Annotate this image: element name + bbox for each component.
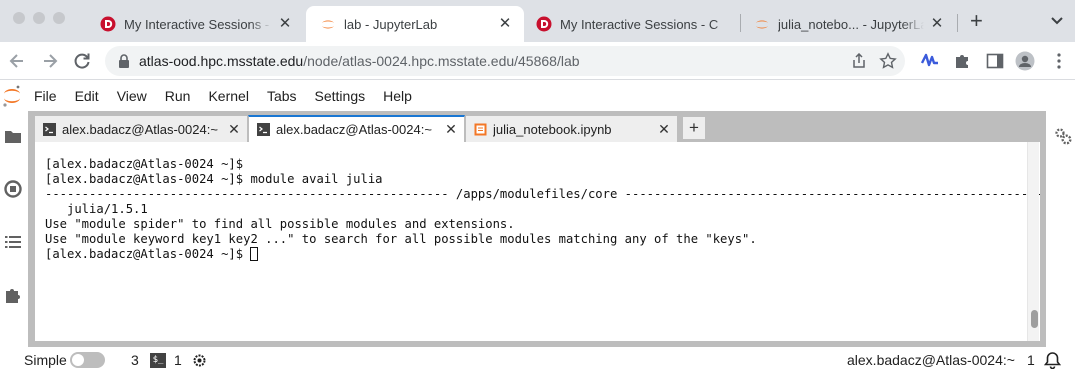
browser-tab-title: lab - JupyterLab [344, 16, 438, 32]
jupyter-logo-icon [3, 85, 20, 107]
reload-icon[interactable] [72, 51, 92, 71]
browser-tab-title: julia_notebo... - JupyterLab [778, 16, 924, 32]
active-document-label: alex.badacz@Atlas-0024:~ [847, 352, 1015, 368]
back-arrow-icon[interactable] [7, 51, 27, 71]
jupyter-favicon-icon [322, 20, 334, 29]
menu-run[interactable]: Run [165, 88, 191, 104]
scrollbar-thumb[interactable] [1031, 310, 1038, 328]
folder-icon[interactable] [4, 127, 22, 145]
terminal-icon [257, 123, 270, 136]
status-bar: Simple 3 $_ 1 alex.badacz@Atlas-0024:~ 1 [0, 349, 1075, 371]
terminal-badge-icon: $_ [150, 353, 166, 368]
new-tab-button[interactable]: + [970, 10, 983, 32]
side-panel-icon[interactable] [985, 51, 1005, 71]
terminal-line: Use "module keyword key1 key2 ..." to se… [45, 232, 757, 246]
terminal-cursor [250, 247, 259, 261]
browser-tab-jupyterlab[interactable]: lab - JupyterLab ✕ [306, 6, 524, 42]
browser-tab-strip: My Interactive Sessions - M ✕ lab - Jupy… [0, 0, 1075, 42]
tab-separator [957, 14, 958, 32]
doc-tab-terminal-2[interactable]: alex.badacz@Atlas-0024:~ ✕ [248, 115, 465, 142]
toggle-knob [72, 354, 84, 366]
doc-tab-label: alex.badacz@Atlas-0024:~ [276, 122, 432, 137]
doc-tab-label: alex.badacz@Atlas-0024:~ [62, 121, 218, 137]
terminal-line: [alex.badacz@Atlas-0024 ~]$ [45, 157, 244, 171]
simple-mode-toggle[interactable] [70, 352, 105, 368]
doc-tab-terminal-1[interactable]: alex.badacz@Atlas-0024:~ ✕ [34, 115, 248, 142]
property-inspector-gears-icon[interactable] [1054, 127, 1072, 145]
close-icon[interactable]: ✕ [227, 121, 241, 138]
profile-avatar-icon[interactable] [1015, 51, 1035, 71]
url-path: /node/atlas-0024.hpc.msstate.edu/45868/l… [303, 53, 580, 69]
close-icon[interactable]: ✕ [496, 15, 514, 33]
kernels-count: 1 [174, 352, 182, 368]
terminal-output: [alex.badacz@Atlas-0024 ~]$ [alex.badacz@… [45, 157, 1041, 262]
browser-tab-sessions-1[interactable]: My Interactive Sessions - M ✕ [86, 6, 304, 42]
close-icon[interactable]: ✕ [444, 121, 458, 138]
menu-settings[interactable]: Settings [315, 88, 366, 104]
address-bar[interactable]: atlas-ood.hpc.msstate.edu/node/atlas-002… [105, 46, 905, 76]
extension-manager-icon[interactable] [4, 286, 22, 304]
forward-arrow-icon[interactable] [40, 51, 60, 71]
ood-favicon-icon [100, 16, 116, 32]
share-icon[interactable] [851, 53, 867, 69]
url-host: atlas-ood.hpc.msstate.edu [139, 53, 304, 69]
menu-kernel[interactable]: Kernel [208, 88, 248, 104]
jupyter-favicon-icon [756, 20, 768, 29]
terminals-count: 3 [131, 352, 139, 368]
terminal-panel[interactable]: [alex.badacz@Atlas-0024 ~]$ [alex.badacz@… [34, 142, 1041, 342]
notebook-icon [474, 123, 487, 135]
right-sidebar [1048, 111, 1075, 347]
terminal-icon [43, 122, 56, 136]
terminal-prompt-line: [alex.badacz@Atlas-0024 ~]$ [45, 247, 1040, 262]
menu-file[interactable]: File [34, 88, 57, 104]
window-zoom-button[interactable] [53, 12, 65, 24]
notification-count: 1 [1027, 352, 1035, 368]
browser-tab-julia-notebook[interactable]: julia_notebo... - JupyterLab ✕ [740, 6, 956, 42]
terminal-line: Use "module spider" to find all possible… [45, 217, 515, 231]
running-sessions-icon[interactable] [4, 180, 22, 198]
doc-tab-notebook[interactable]: julia_notebook.ipynb ✕ [465, 115, 678, 142]
window-close-button[interactable] [13, 12, 25, 24]
menu-help[interactable]: Help [383, 88, 412, 104]
terminal-scrollbar[interactable] [1027, 142, 1039, 341]
terminal-line: ----------------------------------------… [45, 187, 1041, 201]
table-of-contents-icon[interactable] [4, 233, 22, 251]
document-tab-bar: alex.badacz@Atlas-0024:~ ✕ alex.badacz@A… [34, 115, 706, 142]
chevron-down-icon[interactable] [1048, 12, 1066, 30]
menu-view[interactable]: View [117, 88, 147, 104]
menu-edit[interactable]: Edit [75, 88, 99, 104]
browser-toolbar: atlas-ood.hpc.msstate.edu/node/atlas-002… [0, 42, 1075, 80]
bookmark-star-icon[interactable] [879, 52, 897, 70]
browser-tab-sessions-2[interactable]: My Interactive Sessions - C [522, 6, 740, 42]
close-icon[interactable]: ✕ [276, 15, 294, 33]
menu-tabs[interactable]: Tabs [267, 88, 297, 104]
left-sidebar [0, 111, 26, 347]
close-icon[interactable]: ✕ [657, 121, 671, 138]
jupyterlab-menubar: File Edit View Run Kernel Tabs Settings … [0, 81, 1075, 111]
extensions-puzzle-icon[interactable] [953, 51, 973, 71]
add-launcher-button[interactable]: + [682, 116, 706, 140]
notification-bell-icon[interactable] [1044, 351, 1061, 369]
extension-activity-icon[interactable] [920, 51, 940, 71]
window-minimize-button[interactable] [33, 12, 45, 24]
ood-favicon-icon [536, 16, 552, 32]
browser-tab-title: My Interactive Sessions - C [560, 16, 719, 32]
kernel-gear-icon [193, 354, 206, 367]
lock-icon [119, 54, 129, 68]
simple-mode-label: Simple [24, 352, 67, 368]
browser-tab-title: My Interactive Sessions - M [124, 16, 272, 32]
terminal-line: julia/1.5.1 [45, 202, 148, 216]
kebab-menu-icon[interactable] [1049, 51, 1069, 71]
terminal-line: [alex.badacz@Atlas-0024 ~]$ module avail… [45, 172, 383, 186]
terminal-prompt: [alex.badacz@Atlas-0024 ~]$ [45, 247, 251, 261]
doc-tab-label: julia_notebook.ipynb [493, 121, 612, 137]
close-icon[interactable]: ✕ [928, 15, 946, 33]
